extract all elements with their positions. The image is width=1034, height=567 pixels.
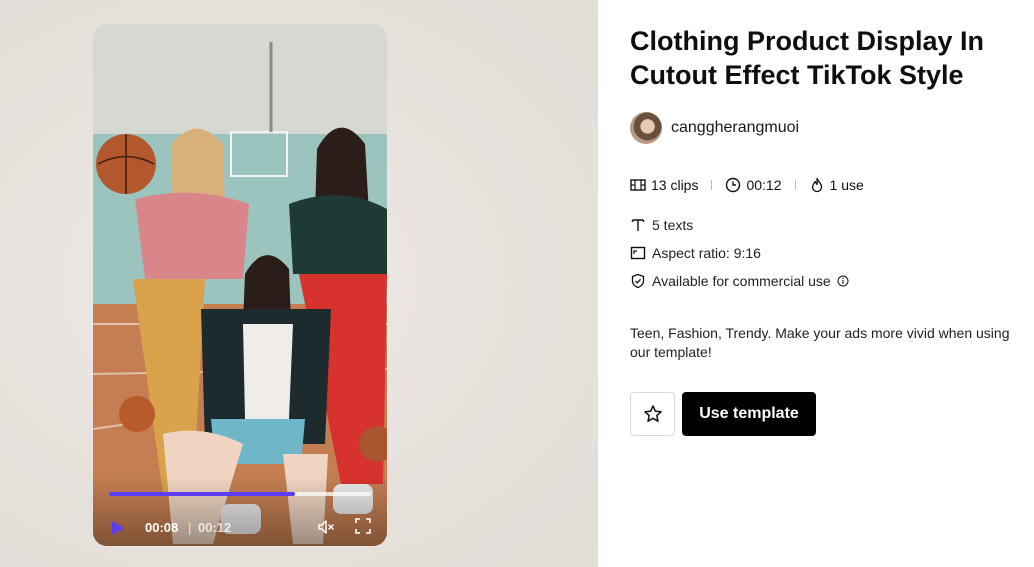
uses-stat: 1 use	[809, 177, 864, 193]
license-text: Available for commercial use	[652, 273, 831, 289]
texts-count: 5 texts	[652, 217, 694, 233]
avatar[interactable]	[630, 112, 662, 144]
texts-info: 5 texts	[630, 217, 693, 233]
preview-panel: 00:08 | 00:12	[0, 0, 598, 567]
author-name[interactable]: canggherangmuoi	[671, 119, 799, 137]
use-template-button[interactable]: Use template	[682, 392, 816, 436]
uses-count: 1 use	[829, 177, 864, 193]
total-time: 00:12	[198, 520, 232, 535]
aspect-ratio-value: Aspect ratio: 9:16	[652, 245, 761, 261]
favorite-button[interactable]	[630, 392, 675, 436]
author[interactable]: canggherangmuoi	[630, 112, 799, 144]
player-controls: 00:08 | 00:12	[93, 476, 387, 546]
progress-fill	[109, 492, 296, 496]
current-time: 00:08	[145, 520, 179, 535]
template-description: Teen, Fashion, Trendy. Make your ads mor…	[630, 325, 1010, 360]
template-title: Clothing Product Display In Cutout Effec…	[630, 26, 985, 90]
divider	[794, 180, 796, 190]
text-icon	[631, 219, 645, 231]
film-icon	[630, 179, 646, 191]
license-info: Available for commercial use	[630, 273, 849, 289]
star-icon	[643, 405, 662, 422]
flame-icon	[811, 177, 822, 193]
duration-stat: 00:12	[725, 177, 782, 193]
divider	[711, 180, 713, 190]
time-separator: |	[188, 520, 192, 535]
video-player[interactable]: 00:08 | 00:12	[93, 24, 387, 546]
template-stats: 13 clips 00:12 1 use	[630, 177, 864, 193]
info-icon[interactable]	[837, 275, 849, 287]
video-frame	[93, 24, 387, 546]
play-icon[interactable]	[111, 520, 125, 536]
clips-count: 13 clips	[651, 177, 699, 193]
duration-value: 00:12	[746, 177, 782, 193]
clips-stat: 13 clips	[630, 177, 698, 193]
progress-bar[interactable]	[109, 492, 371, 496]
shield-check-icon	[631, 273, 645, 289]
mute-icon[interactable]	[317, 518, 335, 536]
aspect-ratio-icon	[630, 246, 646, 260]
fullscreen-icon[interactable]	[355, 518, 371, 534]
clock-icon	[726, 177, 741, 193]
aspect-ratio-info: Aspect ratio: 9:16	[630, 245, 761, 261]
